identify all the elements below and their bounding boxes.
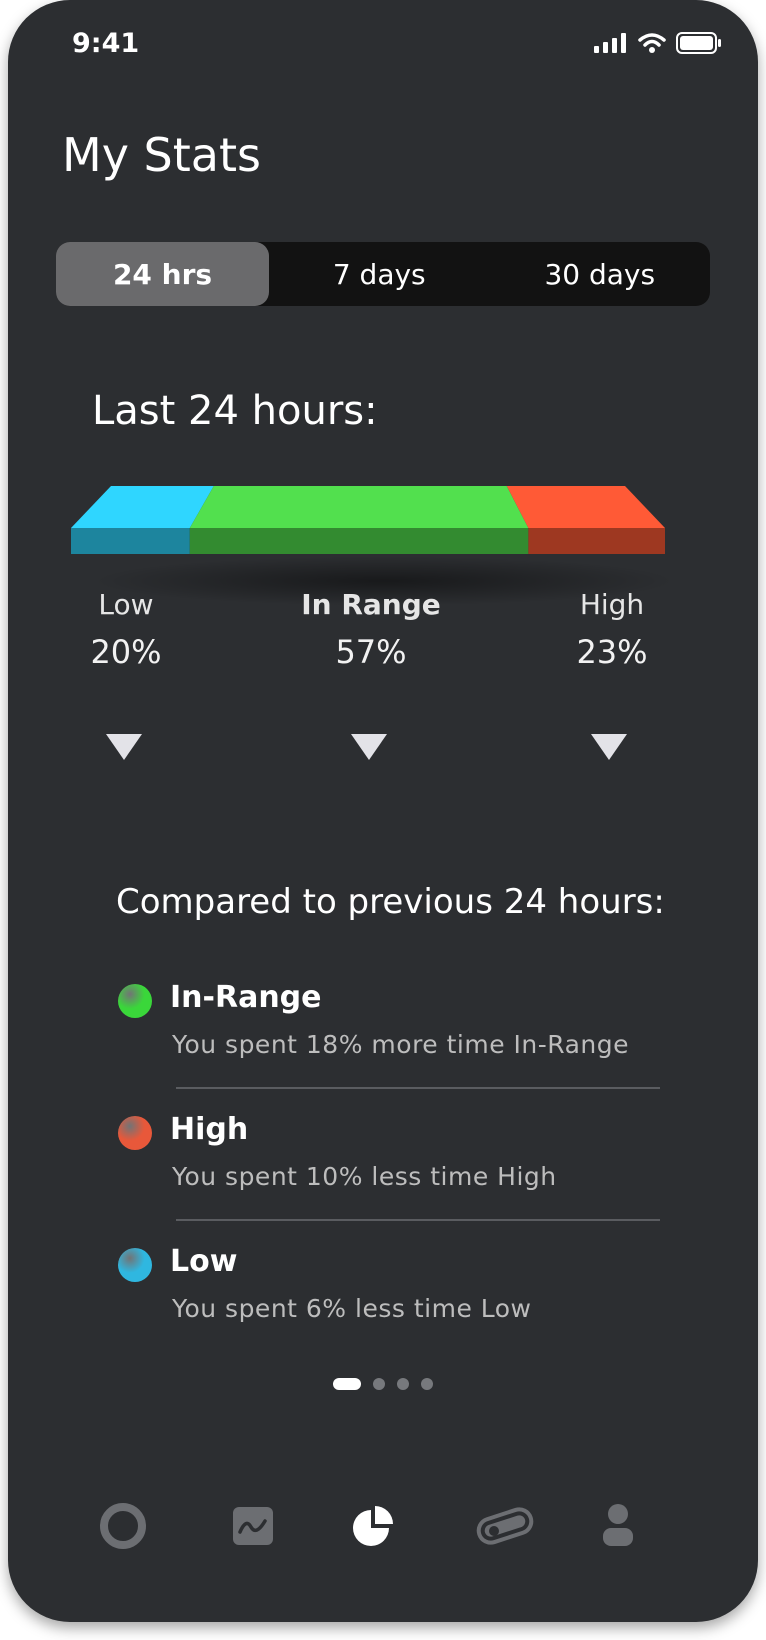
comparison-name: In-Range <box>170 980 322 1015</box>
high-dot-icon <box>118 1116 152 1150</box>
wifi-icon <box>638 33 666 53</box>
bottom-tab-bar <box>8 1496 758 1566</box>
in-range-category: In Range 57% <box>276 588 466 671</box>
low-percent: 20% <box>90 633 162 671</box>
in-range-label: In Range <box>301 588 441 621</box>
in-range-percent: 57% <box>335 633 407 671</box>
high-segment <box>506 486 665 554</box>
comparison-description: You spent 10% less time High <box>172 1162 557 1191</box>
comparison-name: Low <box>170 1244 238 1279</box>
comparison-title: Compared to previous 24 hours: <box>116 882 665 922</box>
phone-screen: 9:41 My Stats 24 hrs 7 days 30 days Last… <box>8 0 758 1622</box>
sensor-pod-icon <box>476 1507 534 1545</box>
high-category: High 23% <box>552 588 672 671</box>
in-range-segment <box>189 486 529 554</box>
segment-24-hrs[interactable]: 24 hrs <box>56 242 269 306</box>
divider <box>176 1219 660 1221</box>
page-dot[interactable] <box>373 1378 385 1390</box>
tab-profile[interactable] <box>588 1496 648 1556</box>
comparison-description: You spent 18% more time In-Range <box>172 1030 630 1059</box>
low-expand-triangle-icon[interactable] <box>106 734 142 760</box>
status-icons <box>594 32 722 54</box>
tab-ring[interactable] <box>93 1496 153 1556</box>
in-range-expand-triangle-icon[interactable] <box>351 734 387 760</box>
cellular-signal-icon <box>594 33 626 53</box>
segment-7-days[interactable]: 7 days <box>269 242 490 306</box>
segment-30-days[interactable]: 30 days <box>490 242 711 306</box>
divider <box>176 1087 660 1089</box>
page-dot[interactable] <box>397 1378 409 1390</box>
high-expand-triangle-icon[interactable] <box>591 734 627 760</box>
status-time: 9:41 <box>72 28 140 59</box>
high-label: High <box>579 588 645 621</box>
high-percent: 23% <box>576 633 648 671</box>
battery-icon <box>676 32 721 54</box>
tab-sensor[interactable] <box>470 1496 540 1556</box>
page-dot-active[interactable] <box>333 1378 361 1390</box>
low-label: Low <box>98 588 154 621</box>
tab-stats[interactable] <box>343 1496 403 1556</box>
comparison-description: You spent 6% less time Low <box>172 1294 532 1323</box>
page-indicator <box>8 1378 758 1390</box>
low-category: Low 20% <box>66 588 186 671</box>
in-range-dot-icon <box>118 984 152 1018</box>
pie-chart-icon <box>353 1506 393 1546</box>
low-dot-icon <box>118 1248 152 1282</box>
page-dot[interactable] <box>421 1378 433 1390</box>
trend-chart-icon <box>233 1507 273 1545</box>
profile-icon <box>603 1504 633 1546</box>
ring-icon <box>100 1503 146 1549</box>
summary-title: Last 24 hours: <box>92 388 378 434</box>
tab-trends[interactable] <box>223 1496 283 1556</box>
page-title: My Stats <box>62 128 261 182</box>
comparison-name: High <box>170 1112 249 1147</box>
time-range-segmented-control: 24 hrs 7 days 30 days <box>56 242 710 306</box>
